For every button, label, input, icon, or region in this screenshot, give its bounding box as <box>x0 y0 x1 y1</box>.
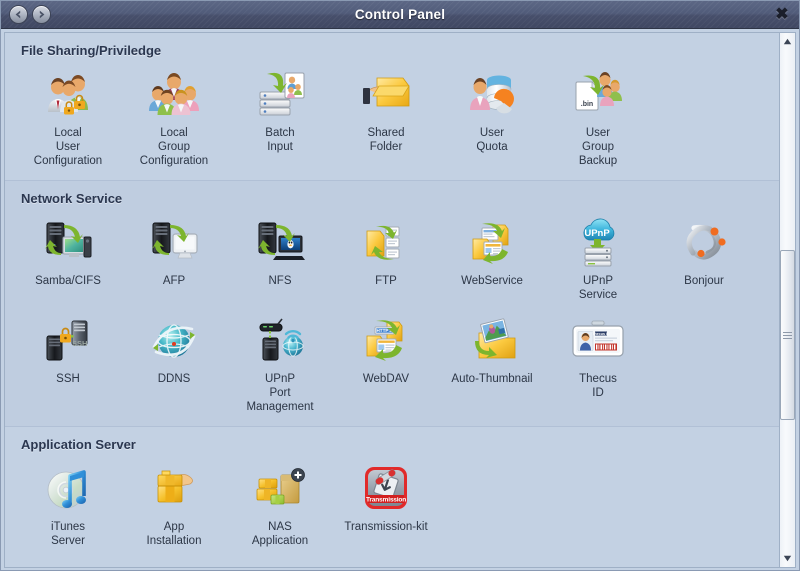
app-item-label: User Group Backup <box>578 127 618 167</box>
app-item-user-group-backup[interactable]: .bin User Group Backup <box>545 64 651 176</box>
app-item-ssh[interactable]: SSH SSH <box>15 310 121 422</box>
app-item-local-user-configuration[interactable]: Local User Configuration <box>15 64 121 176</box>
icon-grid: iTunes Server App Installation NAS Appli… <box>5 458 779 556</box>
section-heading: Network Service <box>21 191 123 206</box>
app-item-webservice[interactable]: WebService <box>439 212 545 310</box>
app-item-upnp-port-management[interactable]: UPnP Port Management <box>227 310 333 422</box>
app-item-label: NAS Application <box>251 521 309 547</box>
icon-grid: Local User Configuration Local Group Con… <box>5 64 779 176</box>
itunes-server-icon <box>39 460 97 516</box>
app-item-ddns[interactable]: DDNS <box>121 310 227 422</box>
section-file-sharing-priviledge: File Sharing/Priviledge Local User Confi… <box>5 33 779 180</box>
forward-arrow-icon[interactable] <box>32 5 51 24</box>
scroll-down-arrow-icon[interactable] <box>780 550 795 567</box>
app-item-label: AFP <box>162 275 186 287</box>
app-item-label: WebDAV <box>362 373 410 385</box>
app-item-sambacifs[interactable]: Samba/CIFS <box>15 212 121 310</box>
nas-application-icon <box>251 460 309 516</box>
app-item-auto-thumbnail[interactable]: Auto-Thumbnail <box>439 310 545 422</box>
afp-icon <box>145 214 203 270</box>
section-network-service: Network Service Samba/CIFS AFP NFS FTP W… <box>5 180 779 426</box>
nfs-icon <box>251 214 309 270</box>
app-item-webdav[interactable]: HTTP:// WebDAV <box>333 310 439 422</box>
upnp-service-icon: UPnP <box>569 214 627 270</box>
batch-input-icon <box>251 66 309 122</box>
app-item-nfs[interactable]: NFS <box>227 212 333 310</box>
control-panel-window: Control Panel ✖ File Sharing/Priviledge … <box>0 0 800 571</box>
local-group-configuration-icon <box>145 66 203 122</box>
window-title: Control Panel <box>354 7 446 22</box>
app-item-afp[interactable]: AFP <box>121 212 227 310</box>
app-item-label: Shared Folder <box>367 127 405 153</box>
app-item-itunes-server[interactable]: iTunes Server <box>15 458 121 556</box>
scrollbar-grip-icon <box>783 330 792 341</box>
app-item-nas-application[interactable]: NAS Application <box>227 458 333 556</box>
app-item-app-installation[interactable]: App Installation <box>121 458 227 556</box>
app-item-thecus-id[interactable]: Thecus ID Thecus ID <box>545 310 651 422</box>
app-item-ftp[interactable]: FTP <box>333 212 439 310</box>
svg-text:.bin: .bin <box>581 101 593 108</box>
user-group-backup-icon: .bin <box>569 66 627 122</box>
app-item-batch-input[interactable]: Batch Input <box>227 64 333 176</box>
close-icon[interactable]: ✖ <box>773 6 791 24</box>
app-item-label: Bonjour <box>684 275 724 287</box>
scrollbar-track[interactable] <box>780 50 795 550</box>
app-item-label: SSH <box>56 373 80 385</box>
app-item-label: NFS <box>268 275 292 287</box>
app-item-label: UPnP Service <box>578 275 618 301</box>
section-application-server: Application Server iTunes Server App Ins… <box>5 426 779 560</box>
app-item-label: Local Group Configuration <box>139 127 209 167</box>
app-item-label: App Installation <box>146 521 202 547</box>
app-item-local-group-configuration[interactable]: Local Group Configuration <box>121 64 227 176</box>
webdav-icon: HTTP:// <box>357 312 415 368</box>
samba-cifs-icon <box>39 214 97 270</box>
window-titlebar: Control Panel ✖ <box>1 1 799 29</box>
app-item-label: UPnP Port Management <box>246 373 314 413</box>
user-quota-icon <box>463 66 521 122</box>
app-item-label: Local User Configuration <box>33 127 103 167</box>
app-item-label: DDNS <box>157 373 191 385</box>
vertical-scrollbar[interactable] <box>779 32 796 568</box>
section-heading: Application Server <box>21 437 136 452</box>
app-item-label: iTunes Server <box>50 521 86 547</box>
icon-grid: Samba/CIFS AFP NFS FTP WebService UPnP U… <box>5 212 779 422</box>
app-item-label: WebService <box>461 275 523 287</box>
app-item-user-quota[interactable]: User Quota <box>439 64 545 176</box>
app-item-transmission-kit[interactable]: Transmission Transmission-kit <box>333 458 439 556</box>
app-item-label: Batch Input <box>265 127 295 153</box>
bonjour-icon <box>675 214 733 270</box>
thecus-id-icon: Thecus ID <box>569 312 627 368</box>
auto-thumbnail-icon <box>463 312 521 368</box>
svg-text:Transmission: Transmission <box>366 496 406 503</box>
app-item-upnp-service[interactable]: UPnP UPnP Service <box>545 212 651 310</box>
titlebar-nav-group <box>1 5 51 24</box>
section-heading: File Sharing/Priviledge <box>21 43 162 58</box>
control-panel-content: File Sharing/Priviledge Local User Confi… <box>4 32 779 568</box>
ddns-icon <box>145 312 203 368</box>
app-installation-icon <box>145 460 203 516</box>
scroll-up-arrow-icon[interactable] <box>780 33 795 50</box>
svg-text:SSH: SSH <box>72 339 87 348</box>
upnp-port-management-icon <box>251 312 309 368</box>
app-item-shared-folder[interactable]: Shared Folder <box>333 64 439 176</box>
shared-folder-icon <box>357 66 415 122</box>
webservice-icon <box>463 214 521 270</box>
scrollbar-thumb[interactable] <box>780 250 795 420</box>
back-arrow-icon[interactable] <box>9 5 28 24</box>
app-item-label: User Quota <box>476 127 508 153</box>
window-body: File Sharing/Priviledge Local User Confi… <box>1 29 799 570</box>
ftp-icon <box>357 214 415 270</box>
app-item-bonjour[interactable]: Bonjour <box>651 212 757 310</box>
app-item-label: Thecus ID <box>579 373 617 399</box>
transmission-kit-icon: Transmission <box>357 460 415 516</box>
ssh-icon: SSH <box>39 312 97 368</box>
svg-text:Thecus ID: Thecus ID <box>592 332 610 336</box>
app-item-label: Samba/CIFS <box>35 275 101 287</box>
app-item-label: FTP <box>375 275 397 287</box>
svg-text:UPnP: UPnP <box>584 228 610 239</box>
local-user-configuration-icon <box>39 66 97 122</box>
app-item-label: Auto-Thumbnail <box>451 373 533 385</box>
app-item-label: Transmission-kit <box>344 521 428 533</box>
